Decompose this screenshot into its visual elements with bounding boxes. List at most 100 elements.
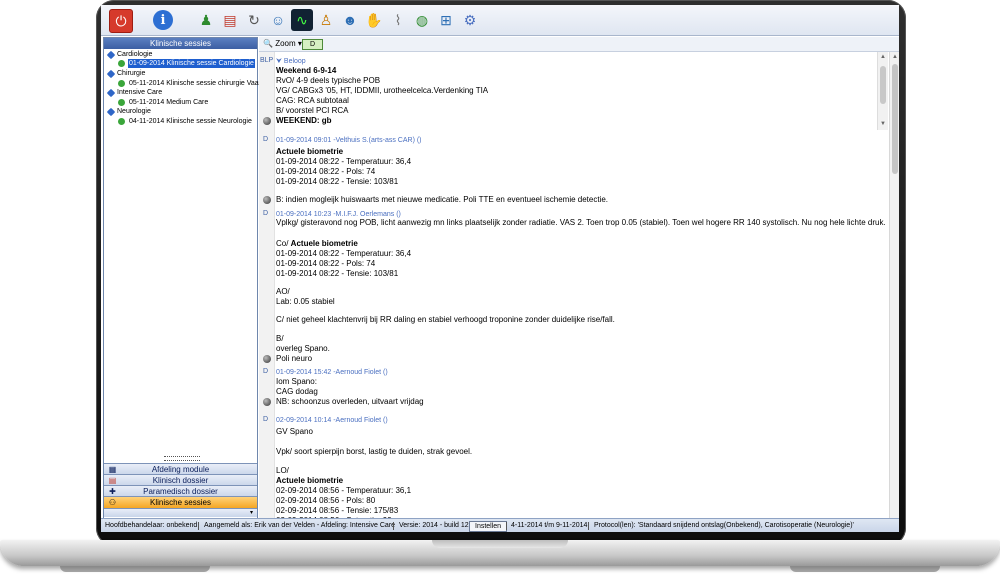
hand-document-icon[interactable]: ✋ xyxy=(363,9,385,31)
tree-group[interactable]: Chirurgie xyxy=(117,69,145,78)
note-line: Actuele biometrie xyxy=(276,476,344,485)
refresh-icon[interactable]: ↻ xyxy=(243,9,265,31)
note-line: CAG dodag xyxy=(276,387,318,396)
note-line: 01-09-2014 08:22 - Temperatuur: 36,4 xyxy=(276,157,412,166)
scroll-thumb[interactable] xyxy=(880,66,886,104)
note-line: B/ xyxy=(276,334,284,343)
instellen-button[interactable]: Instellen xyxy=(469,521,508,532)
check-icon xyxy=(118,99,125,106)
content-toolbar: 🔍 Zoom ▾ D xyxy=(259,37,899,52)
tree-group[interactable]: Intensive Care xyxy=(117,88,162,97)
globe-icon[interactable]: ◍ xyxy=(411,9,433,31)
scroll-thumb[interactable] xyxy=(892,64,898,174)
note-line: 01-09-2014 08:22 - Temperatuur: 36,4 xyxy=(276,249,412,258)
note-line: 02-09-2014 08:56 - Pols: 80 xyxy=(276,496,376,505)
magnifier-icon: 🔍 xyxy=(263,39,273,48)
bullet-icon[interactable] xyxy=(263,196,271,204)
note-line: overleg Spano. xyxy=(276,344,330,353)
status-separator xyxy=(198,522,199,530)
group-icon xyxy=(106,88,116,98)
status-bar: Hoofdbehandelaar: onbekend Aangemeld als… xyxy=(101,518,899,532)
scroll-down-icon[interactable]: ▼ xyxy=(879,120,887,128)
tree-session[interactable]: 01-09-2014 Klinische sessie Cardiologie xyxy=(128,59,255,68)
check-icon xyxy=(118,80,125,87)
laptop-notch xyxy=(432,540,568,548)
book-icon[interactable]: ▤ xyxy=(219,9,241,31)
entry-header[interactable]: 02-09-2014 10:14 -Aernoud Fiolet () xyxy=(276,416,388,426)
info-icon[interactable]: i xyxy=(153,10,173,30)
zoom-dropdown[interactable]: 🔍 Zoom ▾ xyxy=(263,39,302,49)
group-icon xyxy=(106,50,116,60)
status-separator xyxy=(393,522,394,530)
note-line: 01-09-2014 08:22 - Pols: 74 xyxy=(276,167,376,176)
note-line: RvO/ 4-9 deels typische POB xyxy=(276,76,381,85)
lock-user-icon[interactable]: ☻ xyxy=(339,9,361,31)
nav-overflow-button[interactable]: ▾ xyxy=(104,508,257,517)
power-icon[interactable]: ⏻ xyxy=(109,9,133,33)
entry-header[interactable]: 01-09-2014 09:01 -Velthuis S.(arts-ass C… xyxy=(276,136,422,146)
entry-marker: D xyxy=(263,416,269,423)
status-separator xyxy=(588,522,589,530)
note-line: Lab: 0.05 stabiel xyxy=(276,297,335,306)
laptop-foot-left xyxy=(60,566,210,572)
note-line: 02-09-2014 08:56 - Temperatuur: 36,1 xyxy=(276,486,412,495)
laptop-foot-right xyxy=(790,566,940,572)
settings-icon[interactable]: ⚙ xyxy=(459,9,481,31)
paramedical-icon: ✚ xyxy=(109,487,116,496)
note-line: Co/ Actuele biometrie xyxy=(276,239,358,248)
d-button[interactable]: D xyxy=(302,39,323,50)
note-line: 01-09-2014 08:22 - Pols: 74 xyxy=(276,259,376,268)
status-versie: Versie: 2014 - build 12 xyxy=(399,522,469,529)
bullet-icon[interactable] xyxy=(263,355,271,363)
note-line: AO/ xyxy=(276,287,290,296)
note-line: LO/ xyxy=(276,466,289,475)
tree-group[interactable]: Neurologie xyxy=(117,107,151,116)
status-separator xyxy=(506,522,507,530)
scroll-up-icon[interactable]: ▲ xyxy=(879,53,887,61)
note-line: Vpk/ soort spierpijn borst, lastig te du… xyxy=(276,447,473,456)
tree-group[interactable]: Cardiologie xyxy=(117,50,152,59)
dossier-icon: ▤ xyxy=(108,476,117,485)
note-line: WEEKEND: gb xyxy=(276,116,332,125)
bullet-icon[interactable] xyxy=(263,117,271,125)
note-line: B: indien mogleijk huiswaarts met nieuwe… xyxy=(276,195,609,204)
people-icon[interactable]: ☺ xyxy=(267,9,289,31)
note-line: NB: schoonzus overleden, uitvaart vrijda… xyxy=(276,397,424,406)
blp-tag: BLP xyxy=(260,57,274,64)
note-line: Actuele biometrie xyxy=(276,147,344,156)
tree-session[interactable]: 05-11-2014 Medium Care xyxy=(129,98,208,107)
note-line: 02-09-2014 08:56 - Tensie: 175/83 xyxy=(276,506,399,515)
splitter-grip[interactable] xyxy=(164,456,200,461)
paperclip-icon[interactable]: ⌇ xyxy=(387,9,409,31)
note-line: 01-09-2014 08:22 - Tensie: 103/81 xyxy=(276,177,399,186)
check-icon xyxy=(118,60,125,67)
entry-marker: D xyxy=(263,368,269,375)
network-icon[interactable]: ⊞ xyxy=(435,9,457,31)
scroll-up-icon[interactable]: ▲ xyxy=(891,53,899,61)
status-aangemeld: Aangemeld als: Erik van der Velden - Afd… xyxy=(204,522,396,529)
bullet-icon[interactable] xyxy=(263,398,271,406)
person-icon[interactable]: ♟ xyxy=(195,9,217,31)
note-line: Poli neuro xyxy=(276,354,313,363)
entry-marker: D xyxy=(263,210,269,217)
note-line: C/ niet geheel klachtenvrij bij RR dalin… xyxy=(276,315,615,324)
check-icon xyxy=(118,118,125,125)
note-line: 01-09-2014 08:22 - Tensie: 103/81 xyxy=(276,269,399,278)
note-line: Iom Spano: xyxy=(276,377,317,386)
content-scrollbar[interactable]: ▲ xyxy=(889,52,899,518)
note-line: GV Spano xyxy=(276,427,313,436)
tree-session[interactable]: 05-11-2014 Klinische sessie chirurgie Va… xyxy=(129,79,261,88)
note-line: Weekend 6-9-14 xyxy=(276,66,337,75)
group-icon xyxy=(106,69,116,79)
module-icon: ▦ xyxy=(108,465,117,474)
status-protocol: Protocol(len): 'Standaard snijdend ontsl… xyxy=(594,522,854,529)
monitor-icon[interactable]: ∿ xyxy=(291,9,313,31)
note-line: VG/ CABGx3 '05, HT, IDDMII, urotheelcelc… xyxy=(276,86,489,95)
user-icon[interactable]: ♙ xyxy=(315,9,337,31)
tree-session[interactable]: 04-11-2014 Klinische sessie Neurologie xyxy=(129,117,252,126)
note-line: B/ voorstel PCI RCA xyxy=(276,106,349,115)
nav-klinische-sessies[interactable]: ⚇ Klinische sessies xyxy=(104,496,257,508)
left-panel-title: Klinische sessies xyxy=(104,38,257,49)
app-window: ⏻ i ♟ ▤ ↻ ☺ ∿ ♙ ☻ ✋ ⌇ ◍ ⊞ ⚙ Klinische se… xyxy=(101,5,899,532)
inner-scrollbar[interactable]: ▲ ▼ xyxy=(877,52,888,130)
